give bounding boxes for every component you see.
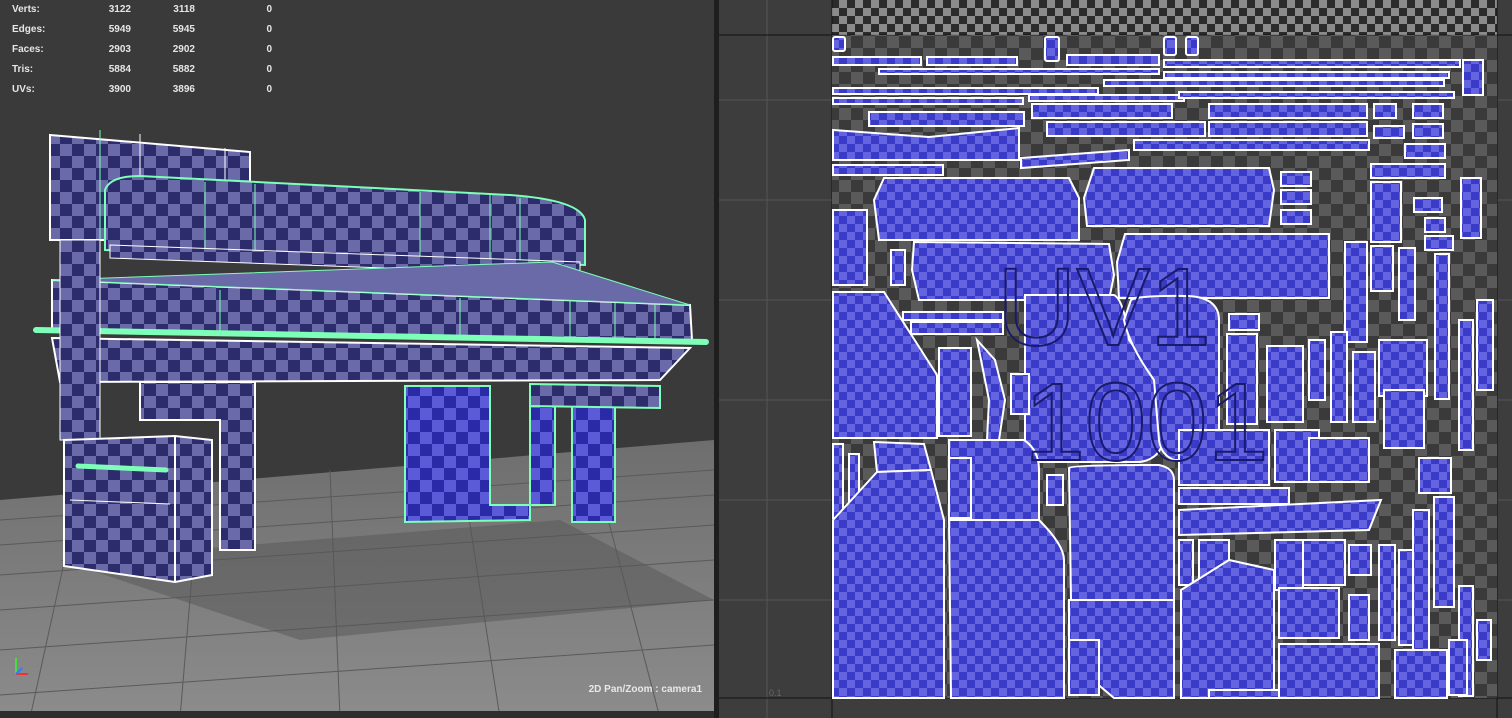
hud-value: 5884 [108,64,131,75]
hud-label: Verts: [12,4,40,15]
timeline-ruler[interactable] [0,711,714,718]
uv-coordinate-label: 0.1 [769,688,782,698]
hud-row-faces: Faces: 2903 2902 0 [12,40,272,60]
hud-value: 0 [266,64,272,75]
hud-value: 5949 [108,24,131,35]
hud-row-edges: Edges: 5949 5945 0 [12,20,272,40]
hud-label: Edges: [12,24,46,35]
hud-row-verts: Verts: 3122 3118 0 [12,0,272,20]
seat-slab-mesh [33,261,709,384]
hud-value: 5882 [172,64,195,75]
hud-value: 0 [266,24,272,35]
hud-label: Tris: [12,64,34,75]
viewport-canvas[interactable] [0,0,714,718]
hud-value: 0 [266,44,272,55]
hud-value: 3900 [108,84,131,95]
hud-label: Faces: [12,44,44,55]
hud-label: UVs: [12,84,35,95]
hud-value: 0 [266,84,272,95]
hud-value: 2903 [108,44,131,55]
hud-value: 3896 [172,84,195,95]
uv-tile-number: 1001 [1024,361,1269,484]
drawer-cabinet-mesh [63,434,213,584]
perspective-viewport[interactable]: Verts: 3122 3118 0 Edges: 5949 5945 0 Fa… [0,0,714,718]
hud-row-tris: Tris: 5884 5882 0 [12,60,272,80]
uv-tile-name: UV1 [997,246,1211,369]
uv-canvas[interactable]: UV1 1001 0.1 [719,0,1512,718]
uv-tile-strip [832,0,1497,35]
hud-value: 3122 [108,4,131,15]
axis-gizmo-icon [15,658,28,675]
hud-value: 2902 [172,44,195,55]
hud-value: 5945 [172,24,195,35]
camera-status-label: 2D Pan/Zoom : camera1 [588,684,702,695]
hud-row-uvs: UVs: 3900 3896 0 [12,80,272,100]
uv-editor-panel[interactable]: UV1 1001 0.1 [719,0,1512,718]
poly-count-hud: Verts: 3122 3118 0 Edges: 5949 5945 0 Fa… [12,0,272,100]
hud-value: 3118 [173,4,195,15]
hud-value: 0 [266,4,272,15]
